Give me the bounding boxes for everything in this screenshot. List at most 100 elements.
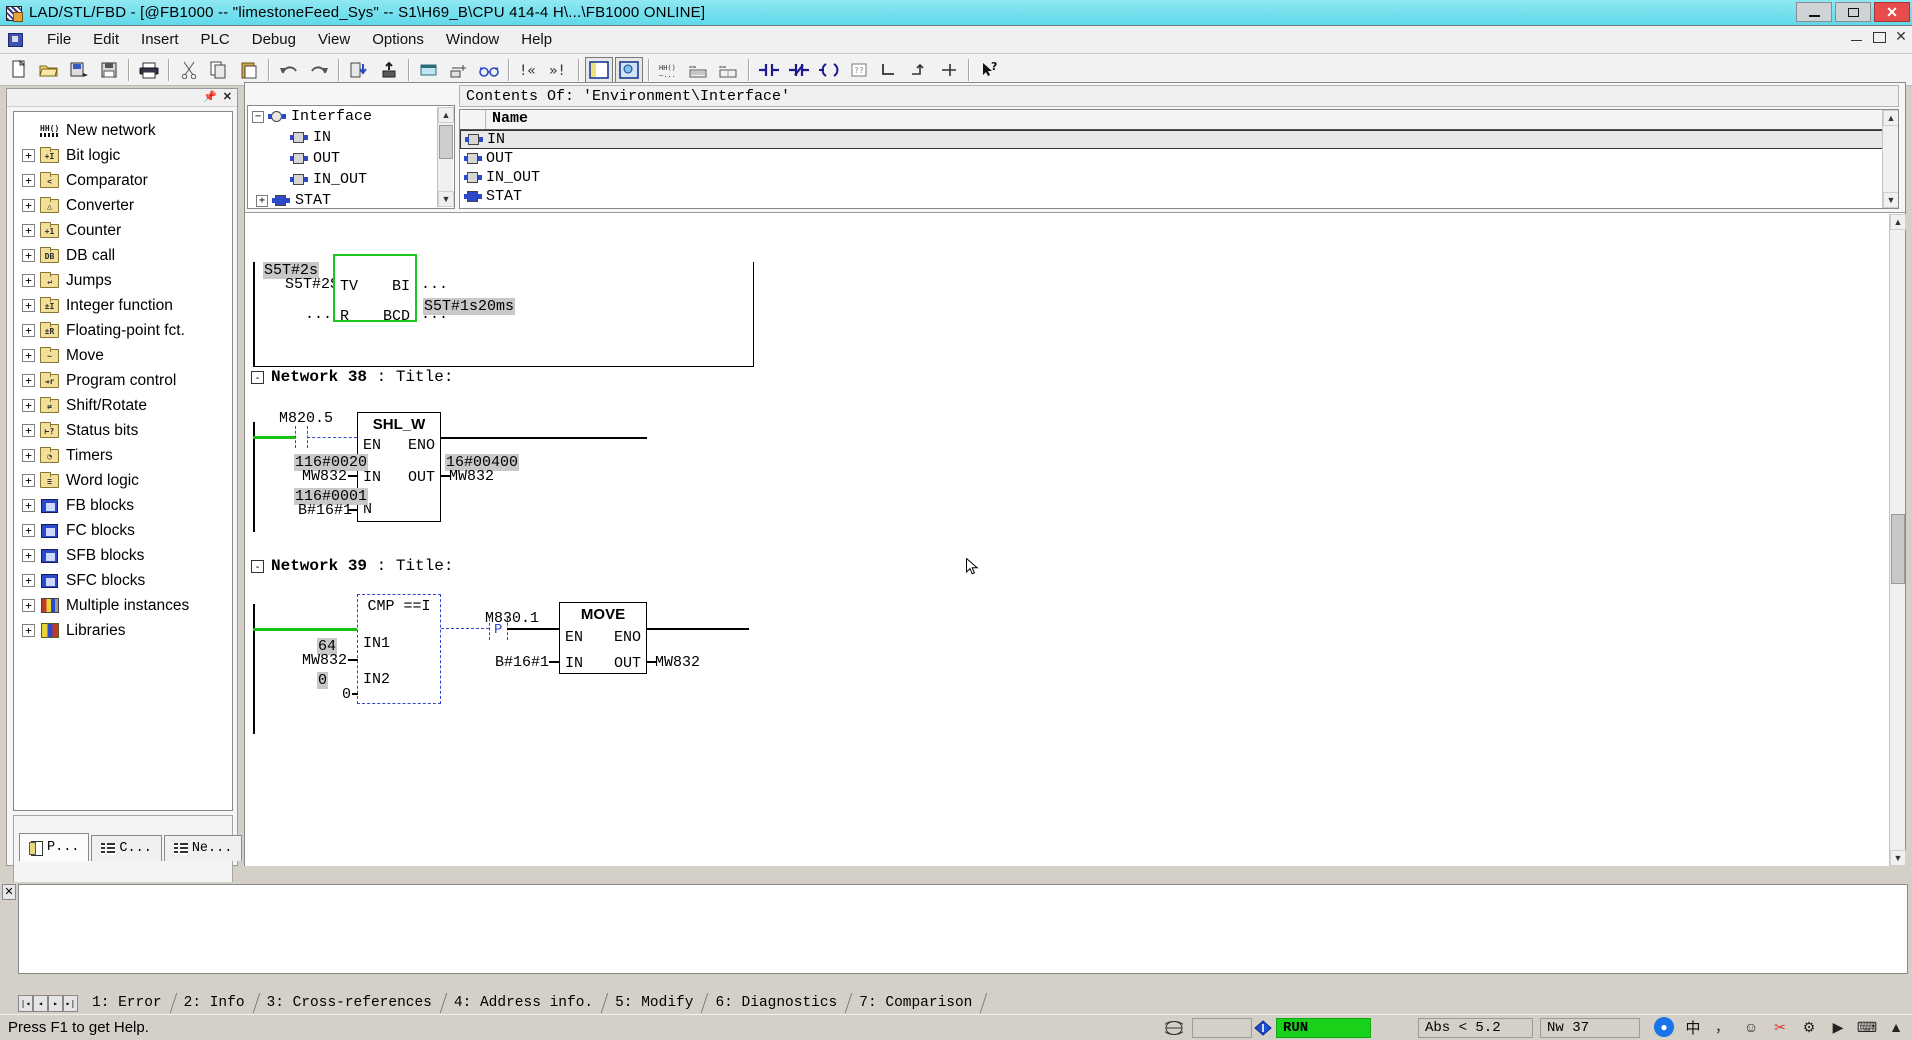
emoji-icon[interactable]: ☺ <box>1741 1017 1761 1037</box>
new-document-icon[interactable] <box>5 57 33 83</box>
insert-network-icon[interactable] <box>415 57 443 83</box>
list-item[interactable]: IN_OUT <box>460 168 1898 187</box>
expander[interactable]: + <box>22 349 35 362</box>
menu-plc[interactable]: PLC <box>190 28 241 51</box>
mdi-close-button[interactable]: ✕ <box>1894 29 1908 44</box>
menu-options[interactable]: Options <box>361 28 435 51</box>
expander[interactable]: + <box>22 399 35 412</box>
expander[interactable]: + <box>22 199 35 212</box>
tab-modify[interactable]: 5: Modify <box>607 995 707 1011</box>
expander[interactable]: − <box>252 110 264 123</box>
prev-error-icon[interactable]: !« <box>515 57 543 83</box>
expander[interactable]: + <box>22 499 35 512</box>
move-block[interactable]: MOVE EN ENO IN OUT <box>559 602 647 674</box>
network-collapse-toggle[interactable]: - <box>251 560 264 573</box>
expander[interactable]: + <box>22 599 35 612</box>
expander[interactable]: + <box>22 249 35 262</box>
menu-debug[interactable]: Debug <box>241 28 307 51</box>
paste-icon[interactable] <box>235 57 263 83</box>
close-icon[interactable]: ✕ <box>223 91 232 103</box>
list-item[interactable]: IN <box>460 130 1898 149</box>
ime-settings-icon[interactable]: ⚙ <box>1799 1017 1819 1037</box>
no-contact-icon[interactable] <box>755 57 783 83</box>
scroll-up-icon[interactable]: ▲ <box>438 107 454 123</box>
close-icon[interactable]: ✕ <box>2 884 16 900</box>
expander[interactable]: + <box>22 274 35 287</box>
scroll-thumb[interactable] <box>439 125 453 159</box>
help-pointer-icon[interactable]: ? <box>975 57 1003 83</box>
tree-item-word-logic[interactable]: + ≡ Word logic <box>18 468 232 493</box>
search-icon[interactable]: ● <box>1654 1017 1674 1037</box>
interface-tree-scrollbar[interactable]: ▲ ▼ <box>437 107 454 207</box>
tree-item-jumps[interactable]: + ↵ Jumps <box>18 268 232 293</box>
empty-box-icon[interactable]: ?? <box>845 57 873 83</box>
expander[interactable]: + <box>22 624 35 637</box>
tree-item-shift-rotate[interactable]: + ⇄ Shift/Rotate <box>18 393 232 418</box>
menu-window[interactable]: Window <box>435 28 510 51</box>
display-with-icon[interactable] <box>445 57 473 83</box>
open-folder-icon[interactable] <box>35 57 63 83</box>
tray-expand-icon[interactable]: ▲ <box>1886 1017 1906 1037</box>
expander[interactable]: + <box>22 224 35 237</box>
tree-item-sfc-blocks[interactable]: + SFC blocks <box>18 568 232 593</box>
expander[interactable]: + <box>22 299 35 312</box>
symbol-select-icon[interactable]: == <box>715 57 743 83</box>
tree-item-program-control[interactable]: + ⇥r Program control <box>18 368 232 393</box>
branch-open-icon[interactable] <box>875 57 903 83</box>
interface-name-list[interactable]: Name IN OUT IN_OUT STAT ▲ ▼ <box>459 109 1899 209</box>
tree-item-integer-function[interactable]: + ±I Integer function <box>18 293 232 318</box>
menu-view[interactable]: View <box>307 28 361 51</box>
expander[interactable]: + <box>22 174 35 187</box>
mdi-restore-button[interactable] <box>1872 30 1886 44</box>
ime-toolbox-icon[interactable]: ✂ <box>1770 1017 1790 1037</box>
prev-record-icon[interactable]: ◂ <box>33 994 48 1012</box>
tab-address-info[interactable]: 4: Address info. <box>446 995 607 1011</box>
scroll-up-icon[interactable]: ▲ <box>1890 214 1906 230</box>
coil-icon[interactable] <box>815 57 843 83</box>
scroll-down-icon[interactable]: ▼ <box>1890 850 1906 866</box>
tree-item-counter[interactable]: + +1 Counter <box>18 218 232 243</box>
upload-icon[interactable] <box>375 57 403 83</box>
expander[interactable]: + <box>22 474 35 487</box>
tab-network-list[interactable]: Ne... <box>163 835 243 861</box>
tree-item-converter[interactable]: + △ Converter <box>18 193 232 218</box>
tab-comparison[interactable]: 7: Comparison <box>851 995 986 1011</box>
expander[interactable]: + <box>22 524 35 537</box>
shl-w-block[interactable]: SHL_W EN ENO IN OUT N <box>357 412 441 522</box>
overview-panel-icon[interactable] <box>585 56 613 83</box>
tab-info[interactable]: 2: Info <box>176 995 259 1011</box>
expander[interactable]: + <box>22 424 35 437</box>
interface-node-interface[interactable]: − Interface <box>248 106 454 127</box>
next-record-icon[interactable]: ▸ <box>48 994 63 1012</box>
tab-error[interactable]: 1: Error <box>84 995 176 1011</box>
output-text-area[interactable] <box>18 884 1908 974</box>
interface-node-in[interactable]: IN <box>248 127 454 148</box>
details-panel-icon[interactable] <box>615 56 643 83</box>
minimize-button[interactable] <box>1796 2 1832 22</box>
menu-file[interactable]: File <box>36 28 82 51</box>
tree-item-timers[interactable]: + ◔ Timers <box>18 443 232 468</box>
next-error-icon[interactable]: »! <box>545 57 573 83</box>
monitor-glasses-icon[interactable] <box>475 57 503 83</box>
first-record-icon[interactable]: |◂ <box>18 994 33 1012</box>
menu-insert[interactable]: Insert <box>130 28 190 51</box>
ladder-canvas[interactable]: S5T#2s S5T#2S TV BI R BCD ... ... S5T#1s… <box>245 214 1891 866</box>
tree-item-db-call[interactable]: + DB DB call <box>18 243 232 268</box>
expander[interactable]: + <box>22 324 35 337</box>
speaker-icon[interactable]: ▶ <box>1828 1017 1848 1037</box>
interface-tree[interactable]: − Interface IN OUT IN_OUT + STAT ▲ ▼ <box>247 105 455 209</box>
redo-icon[interactable] <box>305 57 333 83</box>
tree-item-floating-point-fct[interactable]: + ±R Floating-point fct. <box>18 318 232 343</box>
close-button[interactable]: ✕ <box>1874 2 1910 22</box>
keyboard-icon[interactable]: ⌨ <box>1857 1017 1877 1037</box>
interface-node-in-out[interactable]: IN_OUT <box>248 169 454 190</box>
tab-diagnostics[interactable]: 6: Diagnostics <box>707 995 851 1011</box>
print-icon[interactable] <box>135 57 163 83</box>
ime-punctuation-icon[interactable]: ， <box>1712 1017 1732 1037</box>
mdi-minimize-button[interactable] <box>1850 30 1864 44</box>
symbol-info-icon[interactable]: HH() —... <box>655 57 683 83</box>
tree-item-libraries[interactable]: + Libraries <box>18 618 232 643</box>
program-elements-tree[interactable]: HH() New network + +I Bit logic + < Comp… <box>13 111 233 811</box>
tree-item-fc-blocks[interactable]: + FC blocks <box>18 518 232 543</box>
branch-close-icon[interactable] <box>905 57 933 83</box>
